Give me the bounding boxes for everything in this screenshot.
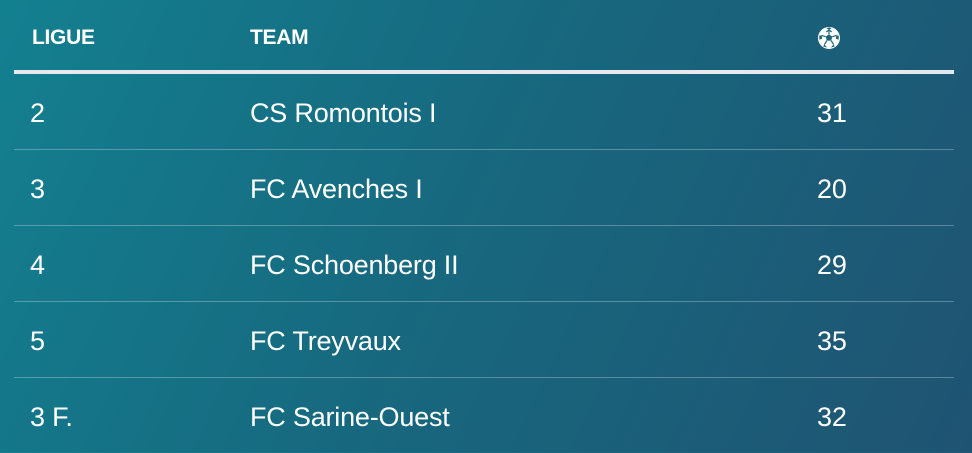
- table-row: 5 FC Treyvaux 35: [14, 302, 954, 378]
- cell-ligue: 5: [30, 326, 45, 356]
- cell-team: FC Schoenberg II: [250, 250, 459, 280]
- cell-ligue: 2: [30, 98, 45, 128]
- column-header-ligue: LIGUE: [32, 26, 95, 49]
- cell-goals: 32: [817, 402, 847, 432]
- column-header-team: TEAM: [250, 26, 309, 49]
- table-row: 2 CS Romontois I 31: [14, 74, 954, 150]
- cell-goals: 31: [817, 98, 847, 128]
- cell-ligue: 4: [30, 250, 45, 280]
- table-row: 4 FC Schoenberg II 29: [14, 226, 954, 302]
- soccer-ball-icon: [817, 26, 841, 50]
- cell-team: FC Sarine-Ouest: [250, 402, 450, 432]
- table-row: 3 F. FC Sarine-Ouest 32: [14, 378, 954, 453]
- cell-team: FC Avenches I: [250, 174, 423, 204]
- cell-team: FC Treyvaux: [250, 326, 401, 356]
- table-body: 2 CS Romontois I 31 3 FC Avenches I 20 4…: [14, 74, 954, 453]
- cell-goals: 20: [817, 174, 847, 204]
- cell-ligue: 3: [30, 174, 45, 204]
- table-header: LIGUE TEAM: [14, 0, 954, 74]
- cell-team: CS Romontois I: [250, 98, 437, 128]
- cell-ligue: 3 F.: [30, 402, 73, 432]
- cell-goals: 35: [817, 326, 847, 356]
- table-row: 3 FC Avenches I 20: [14, 150, 954, 226]
- league-teams-table: LIGUE TEAM 2 CS Romontois I 31 3 FC Aven…: [14, 0, 954, 453]
- cell-goals: 29: [817, 250, 847, 280]
